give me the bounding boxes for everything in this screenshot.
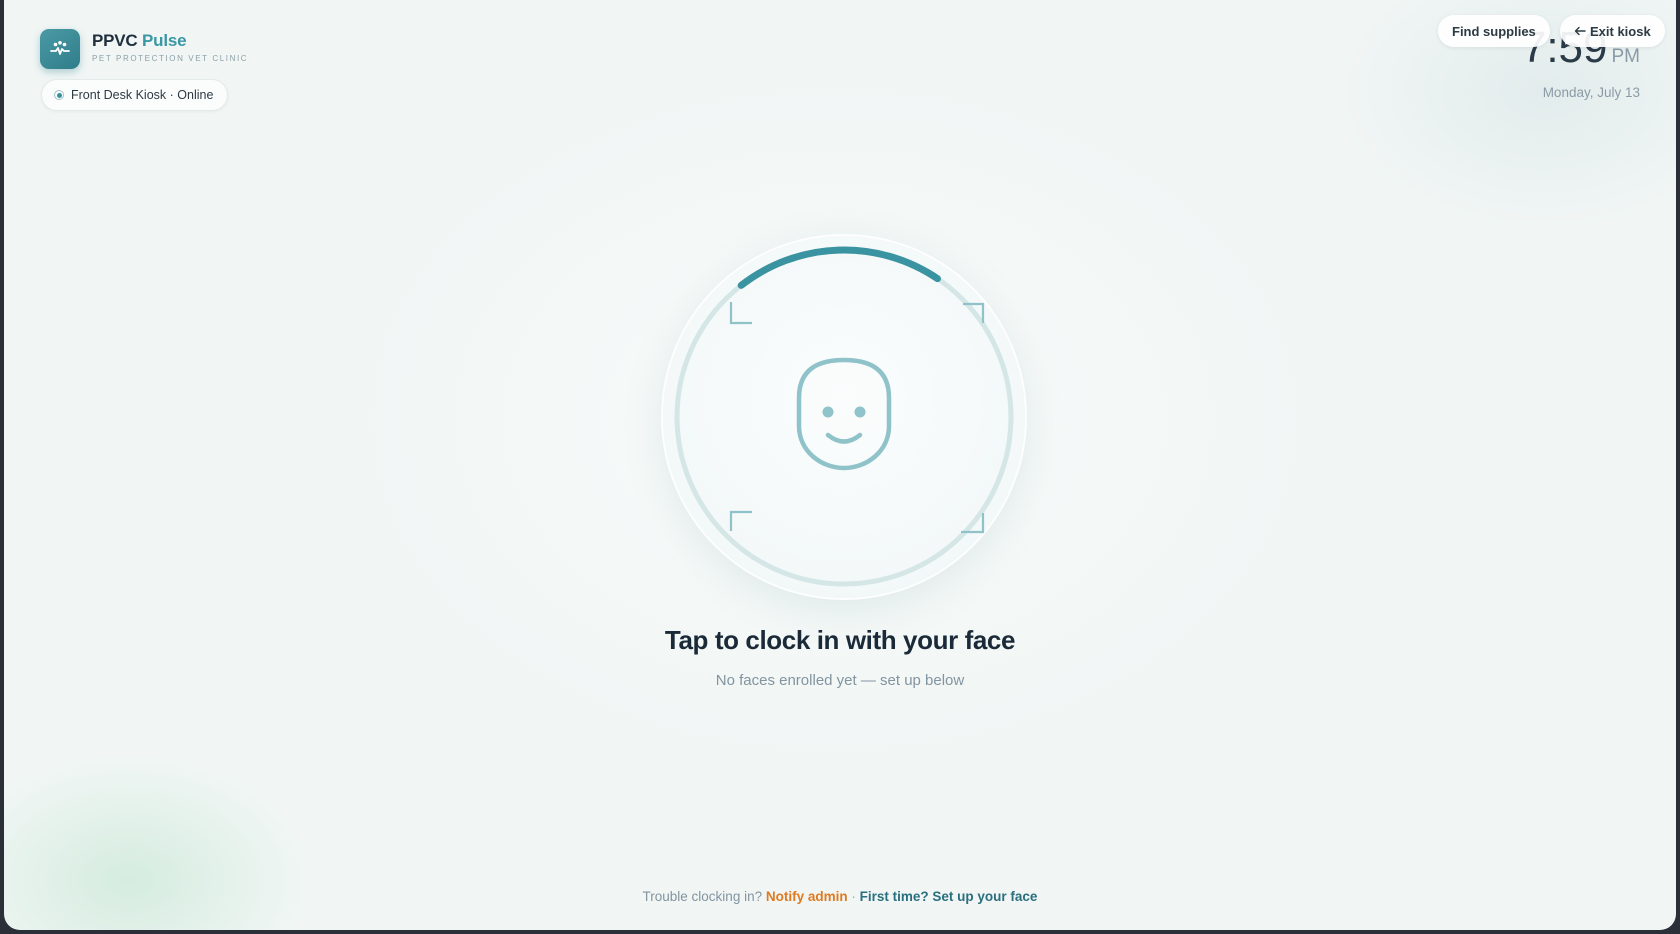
brand-title: PPVC Pulse	[92, 31, 248, 51]
clock-date: Monday, July 13	[1542, 85, 1640, 100]
kiosk-status-badge: Front Desk Kiosk · Online	[41, 79, 229, 111]
exit-kiosk-label: Exit kiosk	[1590, 23, 1651, 39]
page-title: Tap to clock in with your face	[664, 625, 1016, 655]
trouble-text: Trouble clocking in?	[642, 889, 763, 904]
notify-admin-link[interactable]: Notify admin	[766, 889, 848, 904]
find-supplies-button[interactable]: Find supplies	[1438, 15, 1550, 47]
enrollment-status-text: No faces enrolled yet — set up below	[715, 672, 965, 689]
footer-separator: ·	[851, 889, 856, 904]
brand-block: PPVC Pulse PET PROTECTION VET CLINIC	[92, 31, 248, 63]
face-scan-graphic	[673, 246, 1015, 588]
exit-kiosk-button[interactable]: Exit kiosk	[1560, 15, 1665, 47]
setup-face-link[interactable]: First time? Set up your face	[860, 889, 1038, 904]
scan-ring	[674, 247, 1014, 587]
help-footer: Trouble clocking in? Notify admin · Firs…	[4, 889, 1676, 904]
paw-pulse-icon	[40, 29, 80, 69]
brand-accent: Pulse	[142, 31, 187, 50]
scan-progress-arc	[673, 246, 1015, 588]
kiosk-screen: PPVC Pulse PET PROTECTION VET CLINIC Fro…	[4, 0, 1676, 930]
face-icon	[796, 357, 892, 471]
scan-corner-brackets	[729, 302, 985, 534]
find-supplies-label: Find supplies	[1452, 23, 1536, 39]
arrow-left-icon	[1574, 24, 1586, 39]
face-scan-button[interactable]	[663, 236, 1025, 598]
brand-name: PPVC	[92, 31, 138, 50]
brand-subtitle: PET PROTECTION VET CLINIC	[92, 54, 249, 63]
kiosk-status-label: Front Desk Kiosk · Online	[71, 88, 214, 102]
online-dot-icon	[54, 90, 64, 100]
clock-ampm: PM	[1611, 46, 1641, 67]
